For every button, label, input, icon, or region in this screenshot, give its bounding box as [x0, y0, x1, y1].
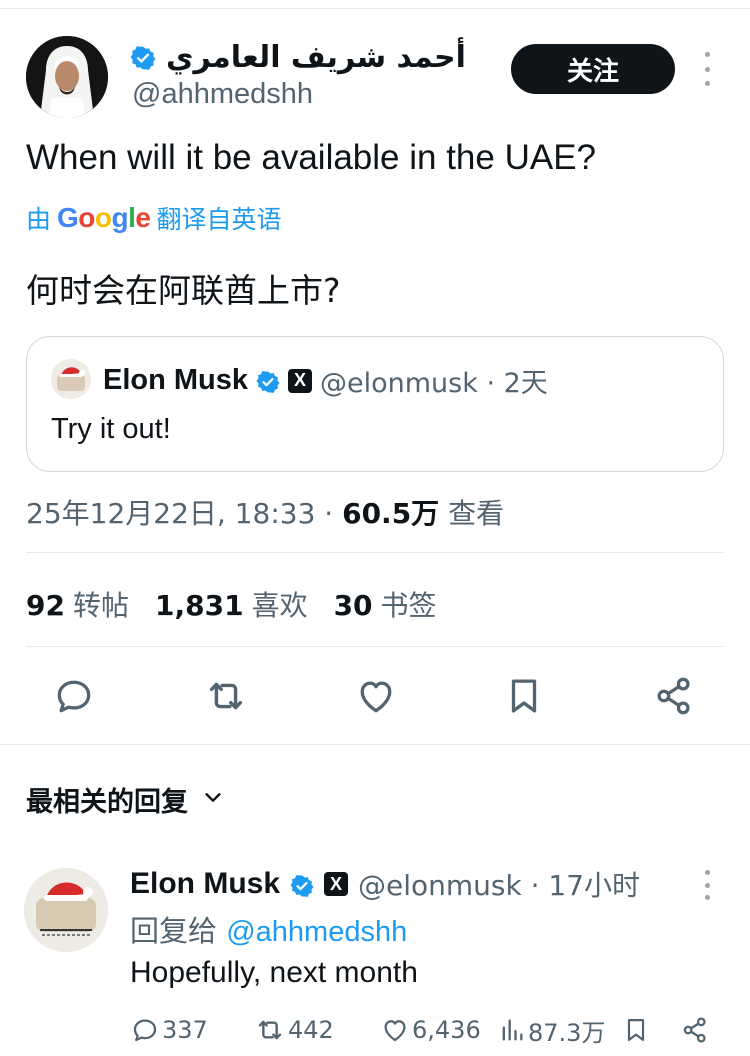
reply-display-name[interactable]: Elon Musk	[130, 867, 280, 901]
verified-badge-icon	[256, 369, 280, 393]
translation-suffix: 翻译自英语	[156, 205, 282, 234]
section-divider	[0, 744, 750, 745]
author-handle[interactable]: @ahhmedshh	[132, 78, 313, 111]
reply-bubble-icon[interactable]	[50, 672, 98, 720]
heart-icon[interactable]	[352, 672, 400, 720]
reply-like-button[interactable]: 6,436	[380, 1012, 481, 1048]
repost-icon[interactable]	[202, 672, 250, 720]
reply-text: Hopefully, next month	[130, 956, 418, 989]
bookmark-icon[interactable]	[622, 1012, 650, 1048]
quoted-tweet-card[interactable]: Elon Musk X @elonmusk · 2天 Try it out!	[26, 336, 724, 472]
translation-attribution[interactable]: 由 Google 翻译自英语	[26, 200, 282, 236]
author-name-row: أحمد شريف العامري	[130, 40, 466, 75]
heart-icon	[384, 1020, 406, 1042]
share-icon[interactable]	[650, 672, 698, 720]
reply-handle-time: @elonmusk · 17小时	[358, 869, 641, 902]
tweet-datetime: 25年12月22日, 18:33 ·	[26, 497, 343, 530]
bookmark-icon[interactable]	[500, 672, 548, 720]
tweet-meta: 25年12月22日, 18:33 · 60.5万 查看	[26, 492, 504, 532]
replies-sort-dropdown[interactable]: 最相关的回复	[26, 780, 224, 819]
x-logo-icon: X	[324, 872, 349, 896]
top-divider	[0, 8, 750, 9]
reply-to-line: 回复给 @ahhmedshh	[130, 908, 407, 950]
views-label: 查看	[439, 497, 505, 530]
reply-views-count: 87.3万	[528, 1018, 606, 1047]
quote-author-avatar[interactable]	[51, 359, 91, 399]
translation-prefix: 由	[26, 205, 52, 234]
verified-badge-icon	[130, 45, 156, 71]
tweet-text: When will it be available in the UAE?	[26, 138, 597, 177]
quote-header: Elon Musk X @elonmusk · 2天	[103, 361, 548, 400]
engagement-stats: 92 转帖 1,831 喜欢 30 书签	[26, 584, 437, 624]
reply-likes-count: 6,436	[412, 1016, 481, 1044]
tweet-actions	[26, 672, 724, 720]
reply-replies-count: 337	[162, 1016, 208, 1044]
reply-reposts-count: 442	[288, 1016, 334, 1044]
reposts-stat[interactable]: 92 转帖	[26, 584, 129, 624]
google-logo: Google	[57, 202, 151, 233]
divider	[26, 552, 724, 553]
views-count: 60.5万	[342, 497, 440, 530]
chevron-down-icon	[202, 784, 224, 815]
x-logo-icon: X	[288, 368, 313, 393]
reply-to-label: 回复给	[130, 914, 227, 948]
reply-bubble-icon	[133, 1019, 157, 1042]
more-dots-icon[interactable]	[700, 870, 714, 900]
repost-icon	[258, 1020, 282, 1040]
share-icon[interactable]	[680, 1012, 710, 1048]
translated-text: 何时会在阿联酋上市?	[26, 271, 341, 310]
bookmarks-stat[interactable]: 30 书签	[334, 584, 437, 624]
more-dots-icon[interactable]	[700, 52, 714, 86]
reply-to-mention[interactable]: @ahhmedshh	[226, 916, 407, 948]
replies-sort-label: 最相关的回复	[26, 787, 188, 818]
author-display-name[interactable]: أحمد شريف العامري	[166, 40, 466, 75]
reply-header: Elon Musk X @elonmusk · 17小时	[130, 864, 640, 904]
likes-stat[interactable]: 1,831 喜欢	[155, 584, 308, 624]
verified-badge-icon	[290, 872, 314, 897]
author-avatar[interactable]	[26, 36, 108, 118]
divider	[26, 646, 724, 647]
reply-repost-button[interactable]: 442	[254, 1012, 334, 1048]
reply-views-button[interactable]: 87.3万	[498, 1012, 605, 1048]
quote-handle-time: @elonmusk · 2天	[320, 368, 548, 399]
reply-actions: 337 442 6,436 87.3万	[130, 1012, 720, 1048]
views-bar-icon	[502, 1019, 523, 1041]
quote-display-name[interactable]: Elon Musk	[103, 364, 248, 397]
reply-reply-button[interactable]: 337	[130, 1012, 208, 1048]
quote-text: Try it out!	[51, 413, 171, 445]
follow-button[interactable]: 关注	[511, 44, 675, 94]
reply-author-avatar[interactable]	[24, 868, 108, 952]
